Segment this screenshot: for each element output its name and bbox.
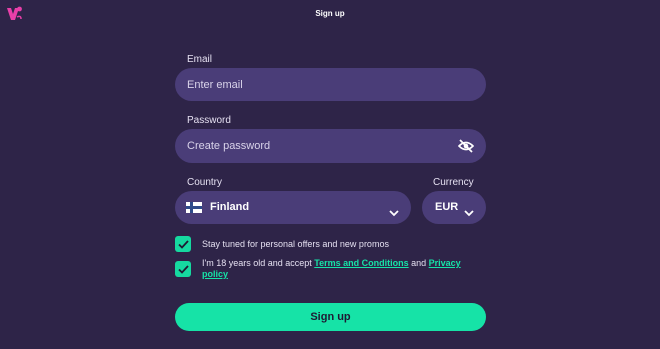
email-label: Email xyxy=(187,54,213,65)
email-field[interactable] xyxy=(175,78,486,91)
age-consent-text: I'm 18 years old and accept Terms and Co… xyxy=(202,258,487,280)
checkmark-icon xyxy=(177,239,189,249)
page-title: Sign up xyxy=(315,9,345,18)
currency-select[interactable]: EUR xyxy=(422,191,486,224)
age-terms-checkbox[interactable] xyxy=(175,261,191,277)
eye-slash-icon[interactable] xyxy=(457,139,475,153)
email-field-wrapper xyxy=(175,68,486,101)
password-field[interactable] xyxy=(175,140,486,152)
age-consent-joiner: and xyxy=(408,258,429,268)
password-label: Password xyxy=(187,115,231,126)
promos-checkbox[interactable] xyxy=(175,236,191,252)
chevron-down-icon xyxy=(464,204,474,217)
checkmark-icon xyxy=(177,264,189,274)
country-select[interactable]: Finland xyxy=(175,191,411,224)
terms-link[interactable]: Terms and Conditions xyxy=(314,258,408,268)
sign-up-button[interactable]: Sign up xyxy=(175,303,486,331)
chevron-down-icon xyxy=(389,204,399,217)
password-field-wrapper xyxy=(175,129,486,163)
finland-flag-icon xyxy=(186,202,202,213)
currency-label: Currency xyxy=(433,177,474,188)
country-label: Country xyxy=(187,177,223,188)
promos-consent-text: Stay tuned for personal offers and new p… xyxy=(202,239,389,249)
country-value: Finland xyxy=(210,201,250,213)
age-consent-label: I'm 18 years old and accept xyxy=(202,258,315,268)
currency-value: EUR xyxy=(435,201,459,213)
